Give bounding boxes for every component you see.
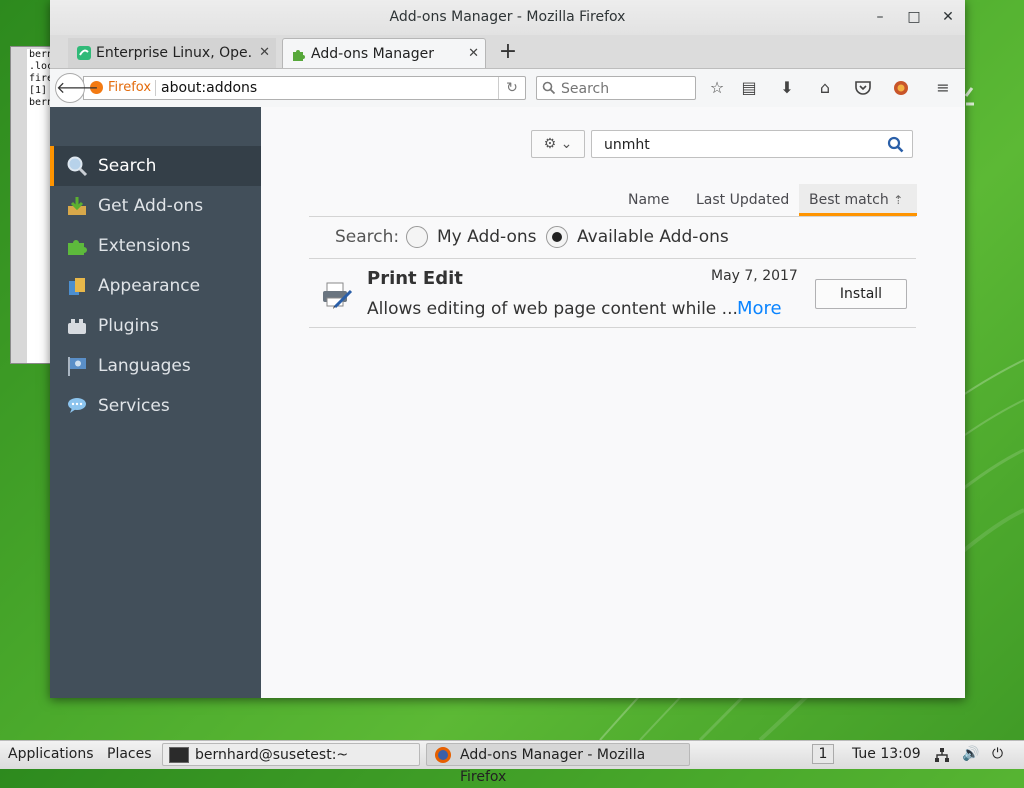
- new-tab-button[interactable]: +: [494, 38, 522, 68]
- radio-available-addons[interactable]: [546, 226, 568, 248]
- window-titlebar[interactable]: Add-ons Manager - Mozilla Firefox – □ ✕: [50, 0, 965, 35]
- search-scope-label: Search:: [335, 227, 400, 247]
- sidebar-item-services[interactable]: Services: [50, 386, 261, 426]
- identity-label: Firefox: [108, 80, 152, 95]
- firefox-window: Add-ons Manager - Mozilla Firefox – □ ✕ …: [50, 0, 965, 698]
- maximize-button[interactable]: □: [897, 0, 931, 35]
- radio-my-addons[interactable]: [406, 226, 428, 248]
- close-tab-icon[interactable]: ✕: [468, 39, 479, 69]
- radio-my-addons-label[interactable]: My Add-ons: [437, 227, 537, 247]
- radio-available-addons-label[interactable]: Available Add-ons: [577, 227, 729, 247]
- tab-addons-manager[interactable]: Add-ons Manager ✕: [282, 38, 486, 68]
- extension-icon[interactable]: [890, 78, 912, 98]
- plugin-brick-icon: [68, 319, 86, 334]
- addon-date: May 7, 2017: [711, 268, 798, 284]
- sort-by-last-updated[interactable]: Last Updated: [696, 184, 789, 216]
- bookmarks-menu-icon[interactable]: ▤: [738, 78, 760, 98]
- workspace-switcher[interactable]: 1: [812, 744, 834, 764]
- puzzle-piece-icon: [293, 50, 305, 61]
- taskbar-task-terminal[interactable]: bernhard@susetest:~: [162, 743, 420, 766]
- addon-description: Allows editing of web page content while…: [367, 299, 738, 319]
- taskbar-task-firefox[interactable]: Add-ons Manager - Mozilla Firefox: [426, 743, 690, 785]
- bookmark-star-icon[interactable]: ☆: [706, 78, 728, 98]
- tab-label: Enterprise Linux, Ope...: [96, 45, 252, 61]
- downloads-icon[interactable]: ⬇: [776, 78, 798, 98]
- window-title: Add-ons Manager - Mozilla Firefox: [389, 9, 626, 25]
- volume-icon[interactable]: 🔊: [962, 741, 979, 769]
- sort-by-name[interactable]: Name: [628, 184, 669, 216]
- suse-chameleon-icon: [77, 46, 91, 60]
- addons-manager-content: Search Get Add-ons Extensions Appearance…: [50, 107, 965, 698]
- firefox-icon: [435, 747, 451, 763]
- paint-brushes-icon: [69, 278, 85, 295]
- addons-search-input[interactable]: [602, 135, 876, 155]
- clock[interactable]: Tue 13:09: [852, 741, 921, 769]
- chat-bubbles-icon: [68, 398, 86, 413]
- back-arrow-icon: 🡐: [56, 78, 99, 97]
- sidebar-item-extensions[interactable]: Extensions: [50, 226, 261, 266]
- web-search-bar[interactable]: [536, 76, 696, 100]
- applications-menu[interactable]: Applications: [8, 741, 94, 769]
- web-search-input[interactable]: [559, 79, 693, 99]
- places-menu[interactable]: Places: [107, 741, 152, 769]
- chevron-down-icon: ⌄: [560, 136, 573, 152]
- addons-main-pane: ⚙ ⌄ Name Last Updated Best match ⇡ Searc…: [261, 107, 965, 698]
- tab-label: Add-ons Manager: [311, 46, 434, 62]
- sidebar-item-get-addons[interactable]: Get Add-ons: [50, 186, 261, 226]
- navigation-toolbar: Firefox about:addons ↻ 🡐 ☆ ▤ ⬇ ⌂ ≡: [50, 69, 965, 108]
- url-text[interactable]: about:addons: [161, 80, 257, 96]
- reload-icon[interactable]: ↻: [498, 77, 525, 99]
- more-link[interactable]: More: [737, 298, 782, 319]
- sort-ascending-icon: ⇡: [893, 193, 904, 207]
- tab-bar: Enterprise Linux, Ope... ✕ Add-ons Manag…: [50, 35, 965, 69]
- terminal-icon: [169, 747, 189, 763]
- puzzle-piece-icon: [68, 240, 87, 255]
- home-icon[interactable]: ⌂: [814, 78, 836, 98]
- language-flag-icon: [68, 357, 86, 376]
- tab-enterprise-linux[interactable]: Enterprise Linux, Ope... ✕: [68, 38, 276, 68]
- sort-by-best-match[interactable]: Best match ⇡: [799, 184, 917, 216]
- bottom-taskbar: Applications Places bernhard@susetest:~ …: [0, 740, 1024, 785]
- pocket-icon[interactable]: [852, 78, 874, 98]
- sidebar-item-search[interactable]: Search: [50, 146, 261, 186]
- search-icon[interactable]: [887, 136, 904, 153]
- gear-icon: ⚙: [543, 136, 557, 152]
- url-bar[interactable]: Firefox about:addons ↻: [83, 76, 526, 100]
- minimize-button[interactable]: –: [863, 0, 897, 35]
- addons-search-box[interactable]: [591, 130, 913, 158]
- sidebar-item-plugins[interactable]: Plugins: [50, 306, 261, 346]
- back-button[interactable]: 🡐: [55, 73, 99, 103]
- addon-result-item[interactable]: Print Edit May 7, 2017 Allows editing of…: [309, 259, 916, 327]
- network-icon[interactable]: [934, 741, 950, 769]
- divider: [309, 216, 916, 217]
- sidebar-item-appearance[interactable]: Appearance: [50, 266, 261, 306]
- divider: [309, 327, 916, 328]
- addon-name[interactable]: Print Edit: [367, 268, 463, 289]
- category-sidebar: Search Get Add-ons Extensions Appearance…: [50, 107, 261, 698]
- sidebar-item-languages[interactable]: Languages: [50, 346, 261, 386]
- download-box-icon: [68, 197, 86, 215]
- close-tab-icon[interactable]: ✕: [259, 38, 270, 68]
- close-window-button[interactable]: ✕: [931, 0, 965, 35]
- tools-gear-button[interactable]: ⚙ ⌄: [531, 130, 585, 158]
- magnifier-icon: [67, 156, 88, 177]
- install-button[interactable]: Install: [815, 279, 907, 309]
- power-icon[interactable]: ⏻: [992, 741, 1003, 769]
- hamburger-menu-icon[interactable]: ≡: [932, 78, 954, 98]
- printer-pen-icon: [323, 282, 353, 309]
- search-icon: [542, 81, 556, 95]
